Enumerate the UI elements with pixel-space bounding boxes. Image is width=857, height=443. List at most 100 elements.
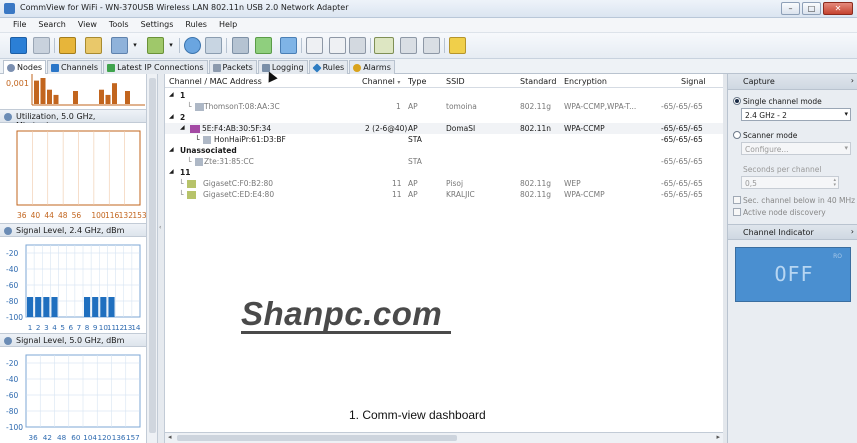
network-icon[interactable]	[205, 37, 222, 54]
active-discovery-checkbox[interactable]	[733, 208, 741, 216]
menu-tools[interactable]: Tools	[103, 18, 135, 32]
collapse-icon[interactable]: ›	[851, 76, 854, 85]
col-ssid[interactable]: SSID	[446, 77, 465, 86]
col-encryption[interactable]: Encryption	[564, 77, 607, 86]
menu-view[interactable]: View	[72, 18, 103, 32]
calc-icon[interactable]	[306, 37, 323, 54]
tab-channels[interactable]: Channels	[47, 60, 103, 74]
tab-strip: Nodes Channels Latest IP Connections Pac…	[0, 59, 857, 74]
expand-icon[interactable]: ◢	[169, 91, 174, 98]
tab-packets[interactable]: Packets	[208, 60, 257, 74]
close-button[interactable]: ✕	[823, 2, 853, 15]
tab-nodes[interactable]: Nodes	[3, 60, 47, 74]
y-tick-label: -80	[6, 297, 18, 306]
menu-settings[interactable]: Settings	[135, 18, 180, 32]
save-icon[interactable]	[111, 37, 128, 54]
menu-rules[interactable]: Rules	[179, 18, 213, 32]
utilization-chart-svg: 36 40 44 48 56 100 116 132 153	[16, 130, 146, 220]
tab-alarms[interactable]: Alarms	[349, 60, 395, 74]
sec-channel-label: Sec. channel below in 40 MHz m	[743, 196, 857, 205]
minimize-button[interactable]: –	[781, 2, 800, 15]
play-icon[interactable]	[10, 37, 27, 54]
tab-rules[interactable]: Rules	[308, 60, 349, 74]
menu-search[interactable]: Search	[32, 18, 71, 32]
collapse-left-icon[interactable]: ‹	[159, 224, 161, 231]
x-tick-label: 60	[71, 433, 81, 442]
table-group-row[interactable]: ◢ 11	[165, 167, 723, 178]
node-icon[interactable]	[232, 37, 249, 54]
filter-b-icon[interactable]	[423, 37, 440, 54]
y-tick-label: -60	[6, 391, 18, 400]
left-splitter[interactable]: ‹	[158, 74, 165, 443]
stop-icon[interactable]	[33, 37, 50, 54]
seconds-input[interactable]: 0,5 ▴ ▾	[741, 176, 839, 189]
menu-help[interactable]: Help	[213, 18, 243, 32]
tab-latest-ip-connections[interactable]: Latest IP Connections	[103, 60, 208, 74]
section-signal-5ghz[interactable]: Signal Level, 5.0 GHz, dBm	[0, 333, 146, 347]
table-row-selected[interactable]: ◢ 5E:F4:AB:30:5F:34 2 (2-6@40) AP DomaSI…	[165, 123, 723, 134]
single-channel-radio[interactable]	[733, 97, 741, 105]
dropdown-icon[interactable]: ▾	[167, 37, 175, 54]
section-utilization-5ghz[interactable]: Utilization, 5.0 GHz, Mbytes/sec	[0, 109, 146, 130]
maximize-button[interactable]: □	[802, 2, 821, 15]
table-horizontal-scrollbar[interactable]: ◂ ▸	[165, 432, 723, 443]
channel-select[interactable]: 2.4 GHz - 2 ▾	[741, 108, 851, 121]
chart-icon	[4, 113, 12, 121]
menu-file[interactable]: File	[7, 18, 32, 32]
x-tick-label: 4	[52, 323, 57, 332]
top-chart-bar	[125, 91, 130, 104]
channel-indicator: RO OFF	[735, 247, 851, 302]
top-chart-bar	[34, 80, 39, 104]
expand-icon[interactable]: ◢	[169, 168, 174, 175]
table-group-row[interactable]: ◢ 1	[165, 90, 723, 101]
col-channel[interactable]: Channel ▾	[362, 77, 400, 86]
expand-icon[interactable]: ◢	[169, 146, 174, 153]
top-chart: 0,001	[0, 74, 146, 109]
section-signal-24ghz[interactable]: Signal Level, 2.4 GHz, dBm	[0, 223, 146, 237]
table-group-row[interactable]: ◢ Unassociated	[165, 145, 723, 156]
tree-line: └	[195, 135, 200, 144]
expand-icon[interactable]: ◢	[169, 113, 174, 120]
filter-a-icon[interactable]	[400, 37, 417, 54]
table-row[interactable]: └ GigasetC:ED:E4:80 11 AP KRALJIC 802.11…	[165, 189, 723, 200]
scrollbar-thumb[interactable]	[177, 435, 457, 441]
open-icon[interactable]	[59, 37, 76, 54]
col-standard[interactable]: Standard	[520, 77, 556, 86]
table-row[interactable]: └ GigasetC:F0:B2:80 11 AP Pisoj 802.11g …	[165, 178, 723, 189]
dropdown-icon[interactable]: ▾	[131, 37, 139, 54]
wizard-icon[interactable]	[280, 37, 297, 54]
tag-icon[interactable]	[147, 37, 164, 54]
table-row[interactable]: └ ThomsonT:08:AA:3C 1 AP tomoina 802.11g…	[165, 101, 723, 112]
search-icon[interactable]	[184, 37, 201, 54]
top-chart-bar	[73, 91, 78, 104]
table-header: Channel / MAC Address Channel ▾ Type SSI…	[165, 74, 723, 88]
scroll-left-icon[interactable]: ◂	[168, 433, 172, 441]
scroll-right-icon[interactable]: ▸	[716, 433, 720, 441]
left-panel-scrollbar[interactable]	[147, 74, 158, 443]
table-group-row[interactable]: ◢ 2	[165, 112, 723, 123]
expand-icon[interactable]: ◢	[180, 124, 185, 131]
top-chart-bar	[112, 83, 117, 104]
tools-icon[interactable]	[349, 37, 366, 54]
reconstruct-icon[interactable]	[255, 37, 272, 54]
key-icon[interactable]	[449, 37, 466, 54]
scrollbar-thumb[interactable]	[149, 78, 156, 433]
mac-icon[interactable]	[329, 37, 346, 54]
configure-select[interactable]: Configure... ▾	[741, 142, 851, 155]
sec-channel-checkbox[interactable]	[733, 196, 741, 204]
col-signal[interactable]: Signal	[681, 77, 706, 86]
col-channel-mac[interactable]: Channel / MAC Address	[169, 77, 262, 86]
x-tick-label: 136	[112, 433, 126, 442]
rules-icon	[312, 62, 322, 73]
x-tick-label: 7	[77, 323, 82, 332]
export-icon[interactable]	[85, 37, 102, 54]
stepper-icon: ▴ ▾	[833, 177, 836, 188]
ap-icon	[195, 103, 204, 111]
filter-icon[interactable]	[374, 37, 394, 54]
ap-icon	[187, 191, 196, 199]
table-row[interactable]: └ Zte:31:85:CC STA -65/-65/-65	[165, 156, 723, 167]
col-type[interactable]: Type	[408, 77, 426, 86]
table-row[interactable]: └ HonHaiPr:61:D3:BF STA -65/-65/-65	[165, 134, 723, 145]
collapse-icon[interactable]: ›	[851, 227, 854, 236]
scanner-mode-radio[interactable]	[733, 131, 741, 139]
